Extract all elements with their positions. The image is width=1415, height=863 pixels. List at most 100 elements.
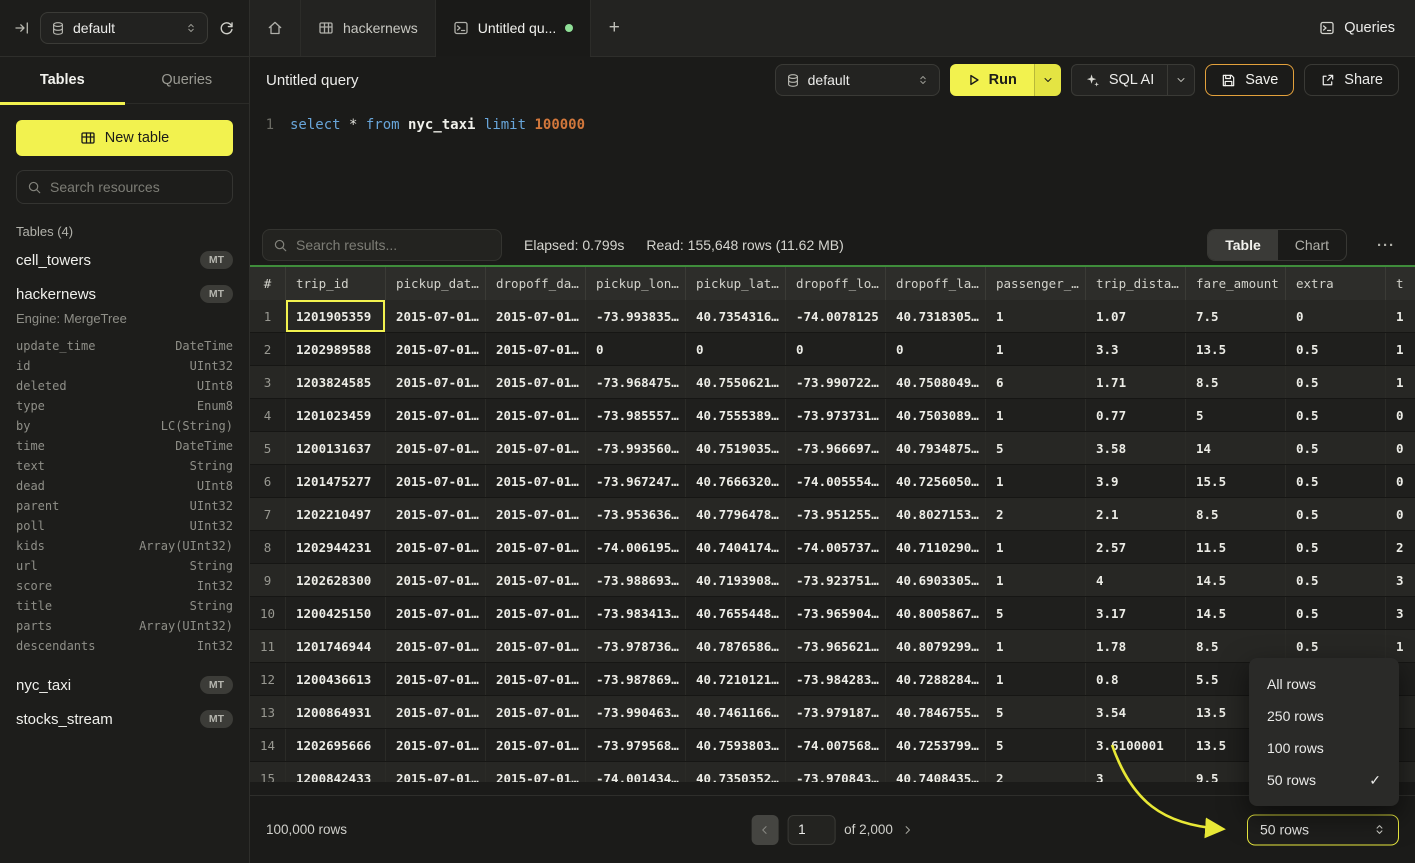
table-cell[interactable]: 2015-07-01… — [486, 630, 586, 662]
table-cell[interactable]: 3 — [1386, 597, 1415, 629]
table-cell[interactable]: 8.5 — [1186, 498, 1286, 530]
table-cell[interactable]: 3.9 — [1086, 465, 1186, 497]
table-cell[interactable]: 3.3 — [1086, 333, 1186, 365]
table-cell[interactable]: -73.978736… — [586, 630, 686, 662]
table-cell[interactable]: 1200842433 — [286, 762, 386, 782]
table-cell[interactable]: -73.984283… — [786, 663, 886, 695]
table-cell[interactable]: 1201475277 — [286, 465, 386, 497]
table-cell[interactable]: 40.7555389… — [686, 399, 786, 431]
table-cell[interactable]: 7.5 — [1186, 300, 1286, 332]
table-cell[interactable]: 0 — [1386, 465, 1415, 497]
table-cell[interactable]: 40.7288284… — [886, 663, 986, 695]
table-cell[interactable]: 1200436613 — [286, 663, 386, 695]
column-header[interactable]: dropoff_la… — [886, 267, 986, 300]
table-cell[interactable]: 6 — [986, 366, 1086, 398]
table-cell[interactable]: -73.993835… — [586, 300, 686, 332]
table-cell[interactable]: 1 — [986, 564, 1086, 596]
table-cell[interactable]: 3.6100001 — [1086, 729, 1186, 761]
table-cell[interactable]: 4 — [1086, 564, 1186, 596]
column-header[interactable]: pickup_lon… — [586, 267, 686, 300]
table-cell[interactable]: 40.8079299… — [886, 630, 986, 662]
table-cell[interactable]: -73.985557… — [586, 399, 686, 431]
table-cell[interactable]: 1202944231 — [286, 531, 386, 563]
table-cell[interactable]: -73.983413… — [586, 597, 686, 629]
next-page-button[interactable] — [902, 824, 914, 836]
table-cell[interactable]: 2015-07-01… — [486, 432, 586, 464]
table-cell[interactable]: -74.007568… — [786, 729, 886, 761]
table-cell[interactable]: 2015-07-01… — [386, 498, 486, 530]
table-cell[interactable]: 2015-07-01… — [486, 465, 586, 497]
table-cell[interactable]: 2015-07-01… — [486, 663, 586, 695]
table-cell[interactable]: -73.968475… — [586, 366, 686, 398]
table-cell[interactable]: 2015-07-01… — [486, 729, 586, 761]
table-cell[interactable]: 40.7193908… — [686, 564, 786, 596]
table-cell[interactable]: 0 — [686, 333, 786, 365]
table-cell[interactable]: 0.5 — [1286, 564, 1386, 596]
table-cell[interactable]: 1200131637 — [286, 432, 386, 464]
table-cell[interactable]: 40.7519035… — [686, 432, 786, 464]
table-cell[interactable]: 14 — [1186, 432, 1286, 464]
save-button[interactable]: Save — [1205, 64, 1294, 96]
table-cell[interactable]: 2015-07-01… — [486, 696, 586, 728]
table-cell[interactable]: 2015-07-01… — [386, 531, 486, 563]
row-number-header[interactable]: # — [250, 267, 286, 300]
table-cell[interactable]: 2015-07-01… — [486, 498, 586, 530]
table-cell[interactable]: 40.7503089… — [886, 399, 986, 431]
table-cell[interactable]: 0.5 — [1286, 366, 1386, 398]
tab-hackernews[interactable]: hackernews — [301, 0, 436, 56]
more-options-button[interactable]: ··· — [1369, 237, 1403, 254]
table-cell[interactable]: 40.6903305… — [886, 564, 986, 596]
table-cell[interactable]: 2015-07-01… — [486, 762, 586, 782]
table-cell[interactable]: -73.970843… — [786, 762, 886, 782]
table-cell[interactable]: 2015-07-01… — [386, 300, 486, 332]
collapse-sidebar-icon[interactable] — [14, 20, 30, 36]
table-cell[interactable]: 14.5 — [1186, 597, 1286, 629]
table-cell[interactable]: 2 — [986, 498, 1086, 530]
table-cell[interactable]: 13.5 — [1186, 333, 1286, 365]
table-cell[interactable]: -73.966697… — [786, 432, 886, 464]
table-cell[interactable]: 0 — [1386, 498, 1415, 530]
table-cell[interactable]: 0.77 — [1086, 399, 1186, 431]
table-cell[interactable]: 0 — [586, 333, 686, 365]
table-cell[interactable]: 0.5 — [1286, 432, 1386, 464]
column-header[interactable]: trip_dista… — [1086, 267, 1186, 300]
table-cell[interactable]: -73.993560… — [586, 432, 686, 464]
table-cell[interactable]: 2015-07-01… — [386, 663, 486, 695]
table-cell[interactable]: 40.7876586… — [686, 630, 786, 662]
table-cell[interactable]: 0 — [1386, 399, 1415, 431]
table-cell[interactable]: 0.5 — [1286, 399, 1386, 431]
table-row[interactable]: 412010234592015-07-01…2015-07-01…-73.985… — [250, 399, 1415, 432]
table-cell[interactable]: 2015-07-01… — [386, 630, 486, 662]
table-cell[interactable]: 1200425150 — [286, 597, 386, 629]
table-cell[interactable]: 40.7593803… — [686, 729, 786, 761]
view-toggle-chart[interactable]: Chart — [1278, 230, 1346, 260]
table-row[interactable]: 512001316372015-07-01…2015-07-01…-73.993… — [250, 432, 1415, 465]
table-cell[interactable]: -73.967247… — [586, 465, 686, 497]
table-cell[interactable]: 0.8 — [1086, 663, 1186, 695]
table-cell[interactable]: 40.7796478… — [686, 498, 786, 530]
previous-page-button[interactable] — [751, 815, 778, 845]
table-row[interactable]: 112019053592015-07-01…2015-07-01…-73.993… — [250, 300, 1415, 333]
table-cell[interactable]: -74.005737… — [786, 531, 886, 563]
table-cell[interactable]: 11.5 — [1186, 531, 1286, 563]
page-number-input[interactable] — [787, 815, 835, 845]
table-row[interactable]: 1012004251502015-07-01…2015-07-01…-73.98… — [250, 597, 1415, 630]
table-cell[interactable]: 40.8027153… — [886, 498, 986, 530]
table-cell[interactable]: 1201905359 — [286, 300, 386, 332]
table-cell[interactable]: 1.07 — [1086, 300, 1186, 332]
table-cell[interactable]: 1 — [986, 465, 1086, 497]
table-cell[interactable]: 0 — [1286, 300, 1386, 332]
table-cell[interactable]: 15.5 — [1186, 465, 1286, 497]
table-cell[interactable]: -74.006195… — [586, 531, 686, 563]
table-cell[interactable]: -73.990463… — [586, 696, 686, 728]
table-cell[interactable]: 40.7350352… — [686, 762, 786, 782]
table-cell[interactable]: 40.7408435… — [886, 762, 986, 782]
table-cell[interactable]: 40.7666320… — [686, 465, 786, 497]
table-cell[interactable]: 0 — [786, 333, 886, 365]
table-cell[interactable]: 2.1 — [1086, 498, 1186, 530]
table-cell[interactable]: 2015-07-01… — [486, 300, 586, 332]
table-cell[interactable]: 2015-07-01… — [386, 333, 486, 365]
table-row[interactable]: 1512008424332015-07-01…2015-07-01…-74.00… — [250, 762, 1415, 782]
table-cell[interactable]: -74.001434… — [586, 762, 686, 782]
rows-menu-item[interactable]: 100 rows — [1249, 732, 1399, 764]
